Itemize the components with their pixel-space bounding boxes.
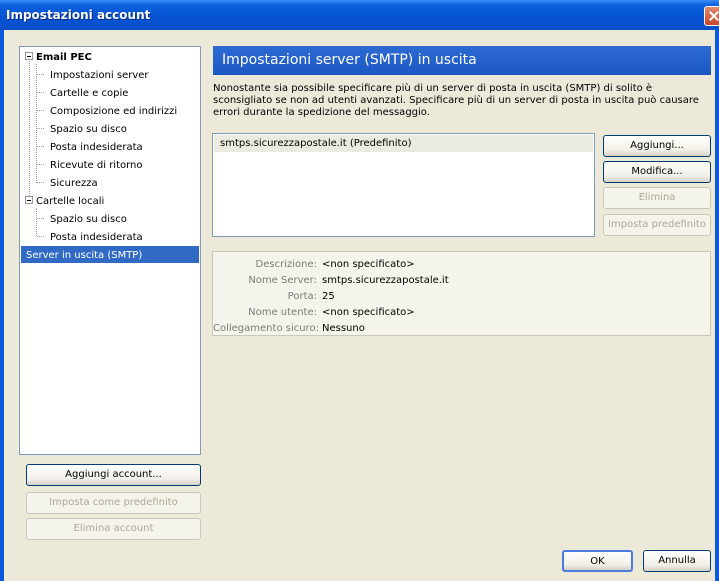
edit-server-button[interactable]: Modifica... [603, 161, 711, 183]
tree-item-label: Posta indesiderata [50, 142, 143, 153]
server-list-item[interactable]: smtps.sicurezzapostale.it (Predefinito) [214, 135, 593, 152]
detail-value: Nessuno [322, 323, 365, 334]
tree-line [29, 57, 30, 202]
tree-item-label: Server in uscita (SMTP) [26, 250, 143, 261]
cancel-button[interactable]: Annulla [643, 550, 711, 572]
tree-item-label: Composizione ed indirizzi [50, 106, 178, 117]
tree-item-label: Cartelle e copie [50, 88, 129, 99]
tree-item-label: Spazio su disco [50, 214, 127, 225]
ok-button[interactable]: OK [562, 550, 633, 572]
tree-item-disk-space[interactable]: Spazio su disco [50, 120, 127, 137]
tree-item-local-disk-space[interactable]: Spazio su disco [50, 210, 127, 227]
delete-account-button[interactable]: Elimina account [26, 518, 201, 540]
detail-label: Nome utente: [248, 307, 317, 318]
tree-item-label: Cartelle locali [36, 196, 105, 207]
account-tree[interactable]: Email PEC Impostazioni server Cartelle e… [19, 46, 201, 455]
add-account-button[interactable]: Aggiungi account... [26, 464, 201, 486]
tree-item-return-receipts[interactable]: Ricevute di ritorno [50, 156, 143, 173]
collapse-icon[interactable] [25, 52, 33, 60]
title-bar[interactable]: Impostazioni account [0, 0, 719, 30]
tree-line [36, 64, 37, 183]
tree-item-local-folders[interactable]: Cartelle locali [24, 192, 104, 209]
smtp-server-list[interactable]: smtps.sicurezzapostale.it (Predefinito) [212, 133, 595, 237]
detail-label: Descrizione: [255, 259, 317, 270]
tree-item-composition[interactable]: Composizione ed indirizzi [50, 102, 177, 119]
smtp-description: Nonostante sia possibile specificare più… [213, 83, 699, 118]
collapse-icon[interactable] [25, 196, 33, 204]
tree-item-label: Spazio su disco [50, 124, 127, 135]
tree-item-server-settings[interactable]: Impostazioni server [50, 66, 149, 83]
detail-value: smtps.sicurezzapostale.it [322, 275, 449, 286]
detail-label: Nome Server: [248, 275, 317, 286]
detail-value: 25 [322, 291, 335, 302]
tree-item-label: Email PEC [36, 52, 92, 63]
page-title: Impostazioni server (SMTP) in uscita [213, 46, 711, 75]
tree-item-label: Ricevute di ritorno [50, 160, 143, 171]
tree-item-outgoing-server[interactable]: Server in uscita (SMTP) [21, 246, 199, 263]
tree-item-junk-mail[interactable]: Posta indesiderata [50, 138, 143, 155]
detail-label: Porta: [287, 291, 317, 302]
delete-server-button[interactable]: Elimina [603, 187, 711, 209]
tree-item-email-pec[interactable]: Email PEC [24, 48, 92, 65]
add-server-button[interactable]: Aggiungi... [603, 135, 711, 157]
close-button[interactable] [704, 6, 719, 26]
tree-item-local-junk-mail[interactable]: Posta indesiderata [50, 228, 143, 245]
set-default-account-button[interactable]: Imposta come predefinito [26, 492, 201, 514]
set-default-server-button[interactable]: Imposta predefinito [603, 214, 711, 236]
window-title: Impostazioni account [6, 8, 151, 22]
detail-label: Collegamento sicuro: [213, 323, 319, 334]
tree-item-label: Sicurezza [50, 178, 98, 189]
tree-line [36, 208, 37, 236]
tree-item-label: Posta indesiderata [50, 232, 143, 243]
detail-value: <non specificato> [322, 259, 415, 270]
server-details-box: Descrizione: <non specificato> Nome Serv… [212, 251, 711, 336]
tree-item-folders-copies[interactable]: Cartelle e copie [50, 84, 128, 101]
tree-item-security[interactable]: Sicurezza [50, 174, 98, 191]
tree-item-label: Impostazioni server [50, 70, 149, 81]
detail-value: <non specificato> [322, 307, 415, 318]
